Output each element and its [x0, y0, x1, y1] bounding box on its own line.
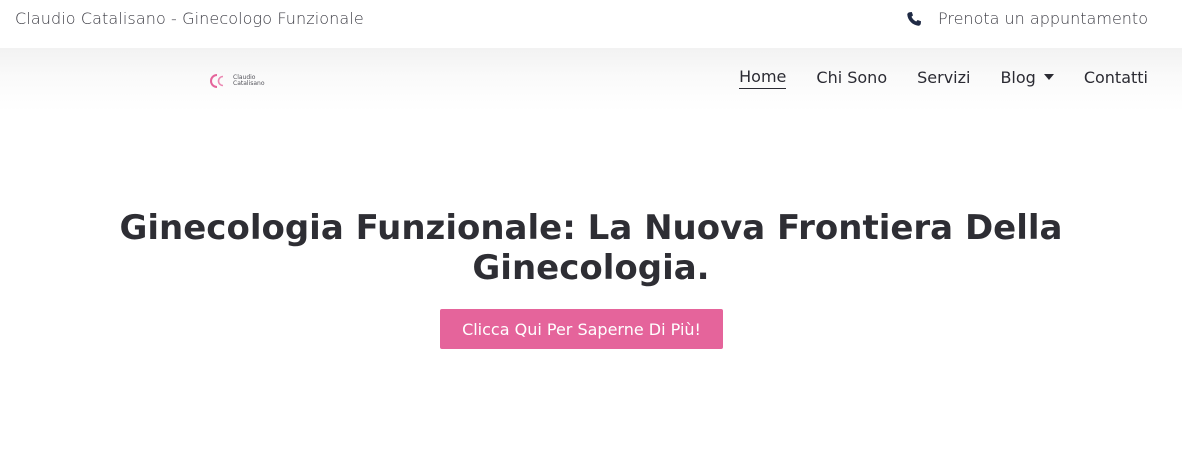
site-header: Claudio Catalisano Home Chi Sono Servizi… [0, 48, 1182, 112]
nav-item-blog-label: Blog [1000, 67, 1036, 87]
main-nav: Home Chi Sono Servizi Blog Contatti [739, 67, 1148, 89]
cta-button[interactable]: Clicca Qui Per Saperne Di Più! [440, 309, 723, 349]
book-appointment-label: Prenota un appuntamento [937, 9, 1148, 28]
site-tagline: Claudio Catalisano - Ginecologo Funziona… [15, 9, 364, 28]
book-appointment-link[interactable]: Prenota un appuntamento [906, 9, 1148, 28]
hero-title: Ginecologia Funzionale: La Nuova Frontie… [119, 208, 1063, 288]
caret-down-icon [1043, 74, 1054, 80]
site-logo[interactable]: Claudio Catalisano [208, 72, 265, 90]
logo-text-line2: Catalisano [233, 80, 265, 87]
nav-item-chi-sono[interactable]: Chi Sono [816, 68, 887, 89]
logo-icon [210, 74, 224, 88]
nav-item-home[interactable]: Home [739, 67, 787, 89]
phone-icon [906, 11, 922, 27]
nav-item-blog[interactable]: Blog [1000, 67, 1054, 89]
top-bar: Claudio Catalisano - Ginecologo Funziona… [0, 0, 1182, 48]
nav-item-contatti[interactable]: Contatti [1084, 68, 1148, 89]
nav-item-servizi[interactable]: Servizi [917, 68, 970, 89]
